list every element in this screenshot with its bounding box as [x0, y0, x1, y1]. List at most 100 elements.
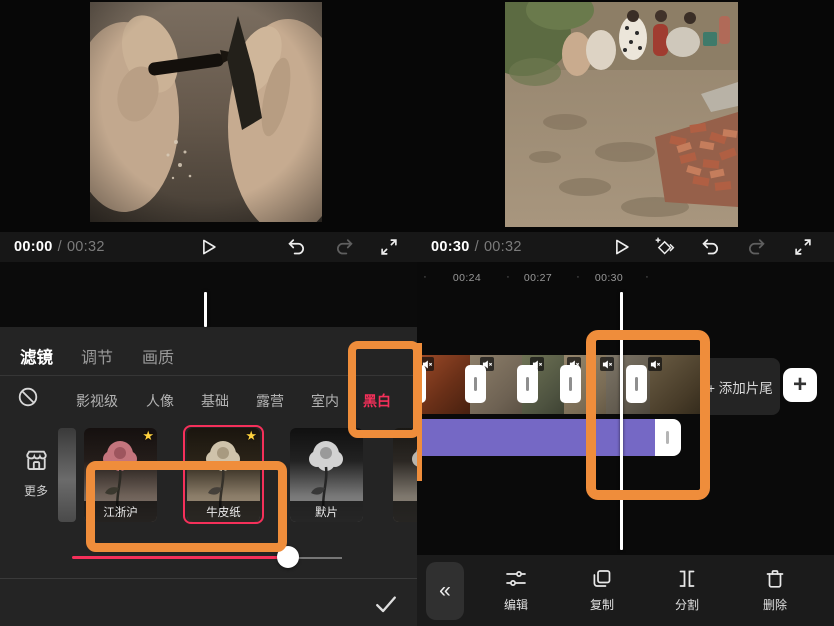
left-timeline-ruler: 00:00 · 00:03 · 00:06 · 00:09: [0, 262, 417, 327]
time-separator: /: [475, 239, 479, 255]
no-filter-button[interactable]: [16, 385, 40, 409]
redo-icon: [746, 236, 768, 258]
store-icon: [23, 447, 50, 474]
right-playback-time: 00:30 / 00:32: [431, 232, 522, 262]
time-separator: /: [58, 239, 62, 255]
intensity-slider-knob[interactable]: [277, 546, 299, 568]
category-black-white[interactable]: 黑白: [363, 391, 391, 411]
video-preview-pen-hands: [90, 2, 322, 222]
trash-icon: [763, 567, 787, 591]
tab-adjust[interactable]: 调节: [81, 344, 113, 368]
undo-icon: [699, 236, 721, 258]
edit-button[interactable]: 编辑: [486, 567, 546, 613]
filter-tile-mopian[interactable]: 默片: [290, 428, 363, 522]
split-icon: [675, 567, 699, 591]
fullscreen-icon: [378, 236, 400, 258]
tool-label: 删除: [763, 596, 787, 613]
tool-label: 分割: [675, 596, 699, 613]
clip-trim-handle[interactable]: [465, 365, 486, 403]
play-icon: [617, 240, 628, 253]
undo-button[interactable]: [698, 235, 722, 259]
ruler-dot: ·: [573, 271, 583, 283]
total-time: 00:32: [484, 239, 522, 255]
left-playhead[interactable]: [204, 292, 207, 327]
category-camping[interactable]: 露营: [256, 391, 284, 411]
redo-icon: [334, 236, 356, 258]
add-clip-button[interactable]: +: [783, 368, 817, 402]
redo-button[interactable]: [333, 235, 357, 259]
current-time: 00:30: [431, 239, 470, 255]
ruler-tick: 00:30: [587, 272, 631, 284]
filter-name: 褪色: [393, 501, 417, 522]
keyframe-button[interactable]: [652, 235, 676, 259]
filter-tile-niupizhi[interactable]: ★ 牛皮纸: [187, 428, 260, 522]
keyframe-icon: [653, 236, 675, 258]
audio-track-trim-handle[interactable]: [655, 419, 681, 456]
tab-quality[interactable]: 画质: [142, 344, 174, 368]
left-playback-bar: 00:00 / 00:32: [0, 232, 417, 262]
video-preview-worksite: [505, 2, 738, 227]
muted-speaker-icon: [650, 359, 661, 370]
filter-name: 牛皮纸: [187, 501, 260, 522]
capcut-editor-screens: 00:00 / 00:32: [0, 0, 834, 626]
tab-filters[interactable]: 滤镜: [20, 344, 53, 368]
fullscreen-button[interactable]: [791, 235, 815, 259]
ruler-dot: ·: [503, 271, 513, 283]
play-button[interactable]: [196, 235, 220, 259]
divider: [0, 375, 417, 376]
right-preview-area: [417, 0, 834, 232]
total-time: 00:32: [67, 239, 105, 255]
right-playback-bar: 00:30 / 00:32: [417, 232, 834, 262]
filter-tile-partial[interactable]: [58, 428, 76, 522]
filter-name: 江浙沪: [84, 501, 157, 522]
add-ending-button[interactable]: + 添加片尾: [700, 358, 780, 415]
confirm-button[interactable]: [372, 590, 400, 618]
clip-trim-handle[interactable]: [626, 365, 647, 403]
filter-tile-jiangzhehu[interactable]: ★ 江浙沪: [84, 428, 157, 522]
category-basic[interactable]: 基础: [201, 391, 229, 411]
play-icon: [204, 240, 215, 253]
divider: [0, 578, 417, 579]
star-icon: ★: [245, 428, 257, 444]
copy-button[interactable]: 复制: [572, 567, 632, 613]
tool-label: 编辑: [504, 596, 528, 613]
clip-trim-handle[interactable]: [417, 365, 426, 403]
filter-panel: 滤镜 调节 画质 影视级 人像 基础 露营 室内 黑白 更多: [0, 327, 417, 626]
ruler-dot: ·: [420, 271, 430, 283]
clip-toolbar: « 编辑 复制 分割: [417, 555, 834, 626]
undo-button[interactable]: [284, 235, 308, 259]
filter-tile-tuise[interactable]: 褪色: [393, 428, 417, 522]
fullscreen-icon: [792, 236, 814, 258]
left-preview-area: [0, 0, 417, 232]
left-playback-time: 00:00 / 00:32: [14, 232, 105, 262]
right-playhead[interactable]: [620, 292, 623, 550]
mute-badge[interactable]: [648, 357, 662, 371]
ruler-tick: 00:27: [516, 272, 560, 284]
star-icon: ★: [142, 428, 154, 444]
mute-badge[interactable]: [600, 357, 614, 371]
split-button[interactable]: 分割: [657, 567, 717, 613]
block-icon: [16, 385, 40, 409]
category-indoor[interactable]: 室内: [311, 391, 339, 411]
collapse-toolbar-button[interactable]: «: [426, 562, 464, 620]
filter-name: 默片: [290, 501, 363, 522]
play-button[interactable]: [609, 235, 633, 259]
right-editor-panel: 00:30 / 00:32: [417, 0, 834, 626]
check-icon: [372, 590, 400, 618]
clip-trim-handle[interactable]: [560, 365, 581, 403]
muted-speaker-icon: [602, 359, 613, 370]
left-editor-panel: 00:00 / 00:32: [0, 0, 417, 626]
undo-icon: [285, 236, 307, 258]
delete-button[interactable]: 删除: [745, 567, 805, 613]
intensity-slider-fill[interactable]: [72, 556, 288, 559]
category-cinematic[interactable]: 影视级: [76, 391, 118, 411]
edit-sliders-icon: [504, 567, 528, 591]
fullscreen-button[interactable]: [377, 235, 401, 259]
category-portrait[interactable]: 人像: [146, 391, 174, 411]
more-filters-button[interactable]: 更多: [18, 447, 54, 499]
redo-button[interactable]: [745, 235, 769, 259]
ruler-dot: ·: [642, 271, 652, 283]
tool-label: 复制: [590, 596, 614, 613]
current-time: 00:00: [14, 239, 53, 255]
clip-trim-handle[interactable]: [517, 365, 538, 403]
